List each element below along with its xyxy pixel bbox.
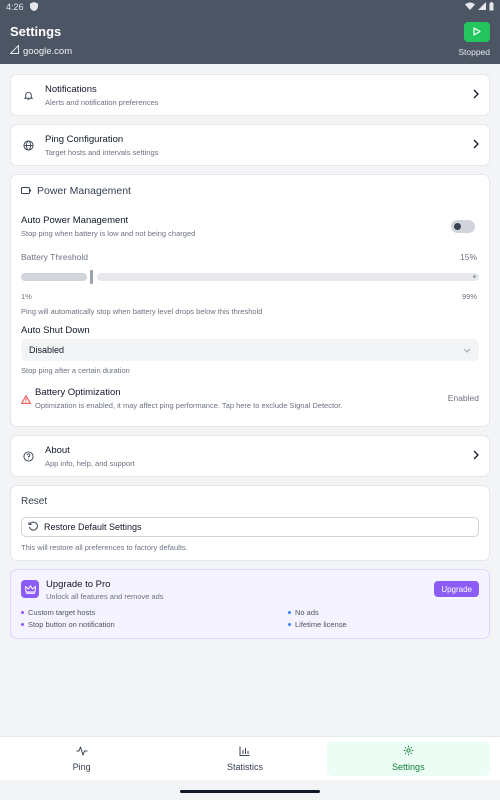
bar-chart-icon: [239, 746, 250, 758]
chevron-down-icon: [463, 345, 471, 355]
bullet-dot: [288, 623, 291, 626]
signal-strength-icon: [9, 44, 19, 57]
pro-feature: Stop button on notification: [21, 620, 115, 629]
battery-optimization-description: Optimization is enabled, it may affect p…: [35, 401, 343, 410]
bottom-navigation: Ping Statistics Settings: [0, 736, 500, 780]
crown-icon: [21, 580, 39, 598]
globe-icon: [21, 139, 35, 151]
auto-power-label: Auto Power Management: [21, 215, 129, 226]
wifi-icon: [465, 2, 475, 12]
shield-icon: [29, 1, 38, 13]
chevron-right-icon: [473, 86, 479, 104]
auto-power-toggle[interactable]: [451, 220, 475, 233]
battery-optimization-row[interactable]: Battery Optimization Optimization is ena…: [21, 387, 479, 413]
power-management-title: Power Management: [37, 185, 131, 197]
slider-max-label: 99%: [461, 292, 477, 301]
bullet-dot: [288, 611, 291, 614]
about-subtitle: App info, help, and support: [45, 458, 135, 468]
pro-feature-label: Custom target hosts: [28, 608, 96, 617]
about-card[interactable]: About App info, help, and support: [10, 435, 490, 477]
slider-min-label: 1%: [21, 292, 32, 301]
slider-rest: [97, 273, 479, 281]
about-title: About: [45, 444, 70, 456]
battery-optimization-label: Battery Optimization: [35, 387, 121, 398]
nav-item-statistics[interactable]: Statistics: [163, 737, 326, 780]
ping-configuration-card[interactable]: Ping Configuration Target hosts and inte…: [10, 124, 490, 166]
restore-defaults-button[interactable]: Restore Default Settings: [21, 517, 479, 537]
restore-defaults-label: Restore Default Settings: [44, 522, 142, 532]
signal-icon: [478, 2, 486, 12]
auto-shut-down-select[interactable]: Disabled: [21, 339, 479, 361]
host-indicator: google.com: [9, 44, 73, 57]
auto-shut-down-label: Auto Shut Down: [21, 325, 90, 336]
app-header: Settings google.com Stopped: [0, 14, 500, 64]
auto-shut-down-description: Stop ping after a certain duration: [21, 366, 130, 375]
slider-end-dot: [473, 275, 476, 278]
pro-feature-label: Stop button on notification: [28, 620, 115, 629]
host-name: google.com: [23, 45, 73, 57]
start-ping-button[interactable]: [464, 22, 490, 42]
bullet-dot: [21, 611, 24, 614]
ping-configuration-title: Ping Configuration: [45, 133, 124, 145]
battery-threshold-slider[interactable]: [21, 270, 479, 284]
reset-title: Reset: [21, 496, 48, 507]
status-time: 4:26: [6, 2, 24, 12]
battery-optimization-status: Enabled: [447, 393, 479, 403]
reset-card: Reset Restore Default Settings This will…: [10, 485, 490, 561]
play-icon: [473, 23, 481, 41]
bullet-dot: [21, 623, 24, 626]
pro-feature-label: No ads: [295, 608, 319, 617]
battery-icon: [21, 185, 31, 197]
pro-subtitle: Unlock all features and remove ads: [46, 592, 164, 601]
pro-feature: No ads: [288, 608, 319, 617]
nav-label: Settings: [392, 762, 425, 772]
rotate-ccw-icon: [28, 521, 38, 533]
upgrade-pro-card: Upgrade to Pro Unlock all features and r…: [10, 569, 490, 639]
power-management-card: Power Management Auto Power Management S…: [10, 174, 490, 427]
auto-shut-down-value: Disabled: [29, 345, 65, 355]
power-management-header: Power Management: [21, 185, 131, 197]
reset-description: This will restore all preferences to fac…: [21, 543, 188, 552]
gear-icon: [403, 745, 414, 758]
nav-label: Statistics: [226, 761, 263, 772]
pro-feature: Lifetime license: [288, 620, 347, 629]
slider-fill: [21, 273, 87, 281]
upgrade-button[interactable]: Upgrade: [434, 581, 479, 597]
pro-feature-label: Lifetime license: [295, 620, 347, 629]
battery-threshold-label: Battery Threshold: [21, 252, 88, 262]
home-indicator: [180, 790, 320, 793]
help-circle-icon: [21, 450, 35, 462]
slider-thumb[interactable]: [90, 270, 93, 284]
battery-icon: [489, 1, 494, 13]
notifications-card[interactable]: Notifications Alerts and notification pr…: [10, 74, 490, 116]
notifications-subtitle: Alerts and notification preferences: [45, 97, 159, 107]
ping-configuration-subtitle: Target hosts and intervals settings: [45, 147, 159, 157]
chevron-right-icon: [473, 136, 479, 154]
nav-label: Ping: [72, 761, 91, 772]
page-title: Settings: [10, 24, 62, 39]
nav-item-settings[interactable]: Settings: [326, 741, 490, 776]
notifications-title: Notifications: [45, 83, 97, 95]
ping-status: Stopped: [458, 47, 490, 57]
status-bar: 4:26: [0, 0, 500, 14]
chevron-right-icon: [473, 447, 479, 465]
activity-icon: [76, 746, 88, 758]
battery-threshold-value: 15%: [459, 252, 477, 262]
auto-power-description: Stop ping when battery is low and not be…: [21, 229, 196, 238]
pro-feature: Custom target hosts: [21, 608, 95, 617]
battery-threshold-description: Ping will automatically stop when batter…: [21, 307, 263, 316]
bell-icon: [21, 90, 35, 101]
warning-icon: [21, 391, 31, 409]
settings-list: Notifications Alerts and notification pr…: [10, 74, 490, 639]
toggle-knob: [454, 223, 461, 230]
nav-item-ping[interactable]: Ping: [0, 737, 163, 780]
pro-title: Upgrade to Pro: [46, 579, 111, 590]
